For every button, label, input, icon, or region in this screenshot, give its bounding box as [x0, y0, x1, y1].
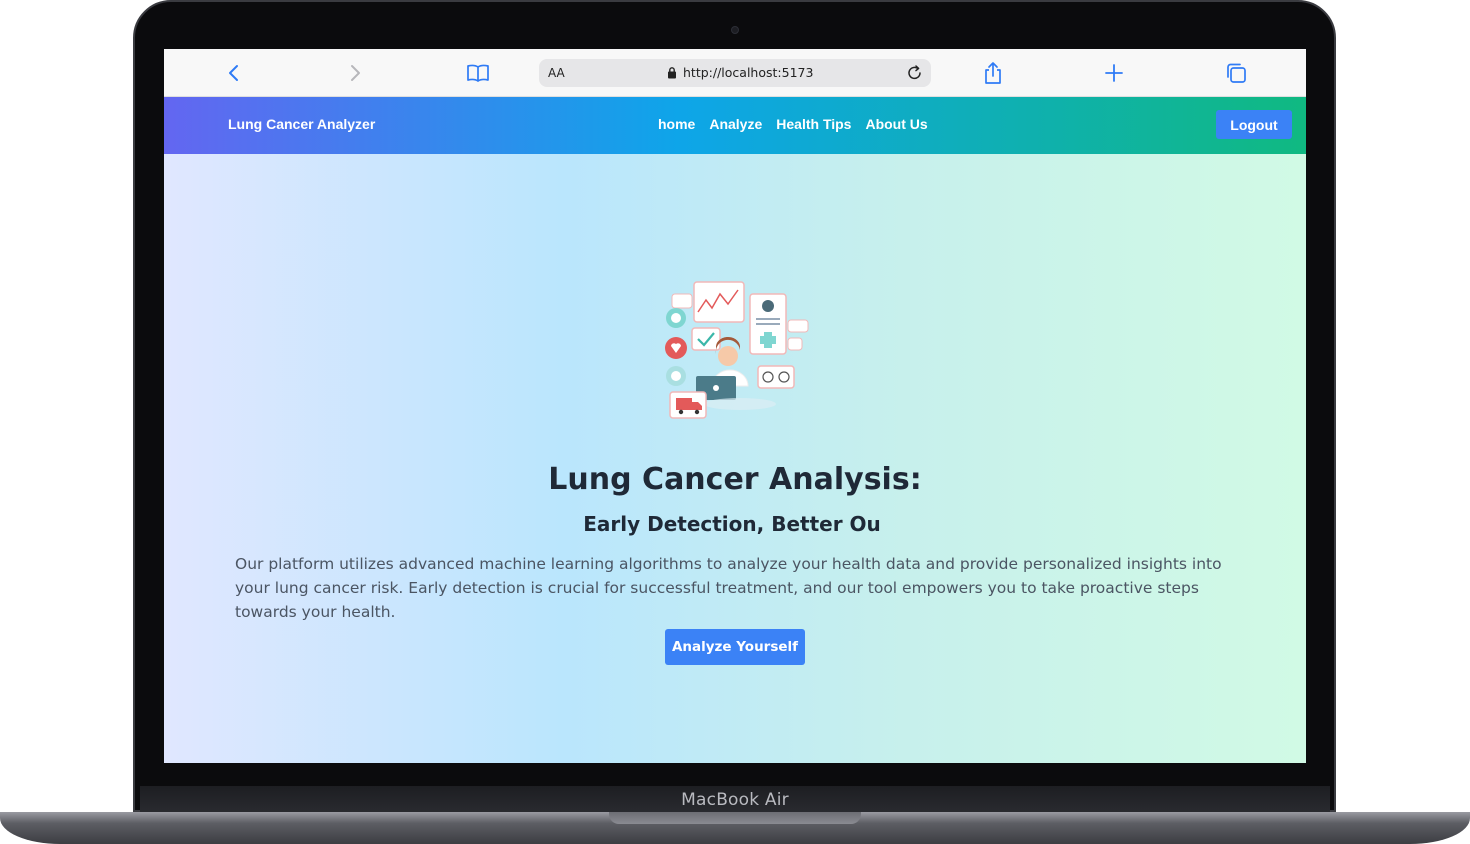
- reload-icon[interactable]: [905, 63, 925, 83]
- url-text: http://localhost:5173: [683, 65, 814, 80]
- bookmarks-icon[interactable]: [466, 61, 490, 85]
- forward-icon[interactable]: [343, 61, 367, 85]
- share-icon[interactable]: [981, 61, 1005, 85]
- lock-icon: [668, 67, 676, 79]
- hero-section: Lung Cancer Analysis: Early Detection, B…: [164, 154, 1306, 763]
- reader-button[interactable]: AA: [548, 66, 565, 80]
- nav-link-home[interactable]: home: [658, 116, 695, 132]
- hero-subtitle: Early Detection, Better Ou: [583, 512, 881, 536]
- nav-link-about-us[interactable]: About Us: [865, 116, 927, 132]
- camera: [731, 26, 739, 34]
- nav-link-analyze[interactable]: Analyze: [709, 116, 762, 132]
- navbar: Lung Cancer Analyzer home Analyze Health…: [164, 97, 1306, 154]
- device-label: MacBook Air: [681, 790, 789, 810]
- browser-toolbar: AA http://localhost:5173: [164, 49, 1306, 97]
- laptop-notch: [609, 812, 861, 824]
- tabs-icon[interactable]: [1224, 61, 1248, 85]
- web-page: Lung Cancer Analyzer home Analyze Health…: [164, 97, 1306, 763]
- hero-description: Our platform utilizes advanced machine l…: [235, 555, 1222, 621]
- address-bar[interactable]: AA http://localhost:5173: [539, 59, 931, 87]
- laptop-chin: MacBook Air: [140, 786, 1330, 814]
- brand-logo[interactable]: Lung Cancer Analyzer: [228, 116, 375, 132]
- hero-title: Lung Cancer Analysis:: [548, 462, 922, 497]
- nav-links: home Analyze Health Tips About Us: [658, 116, 928, 132]
- nav-link-health-tips[interactable]: Health Tips: [776, 116, 851, 132]
- back-icon[interactable]: [222, 61, 246, 85]
- new-tab-icon[interactable]: [1102, 61, 1126, 85]
- screen: AA http://localhost:5173 Lung Cancer Ana…: [164, 49, 1306, 763]
- logout-button[interactable]: Logout: [1216, 110, 1292, 139]
- medical-analysis-illustration: [665, 281, 809, 419]
- analyze-yourself-button[interactable]: Analyze Yourself: [665, 629, 805, 665]
